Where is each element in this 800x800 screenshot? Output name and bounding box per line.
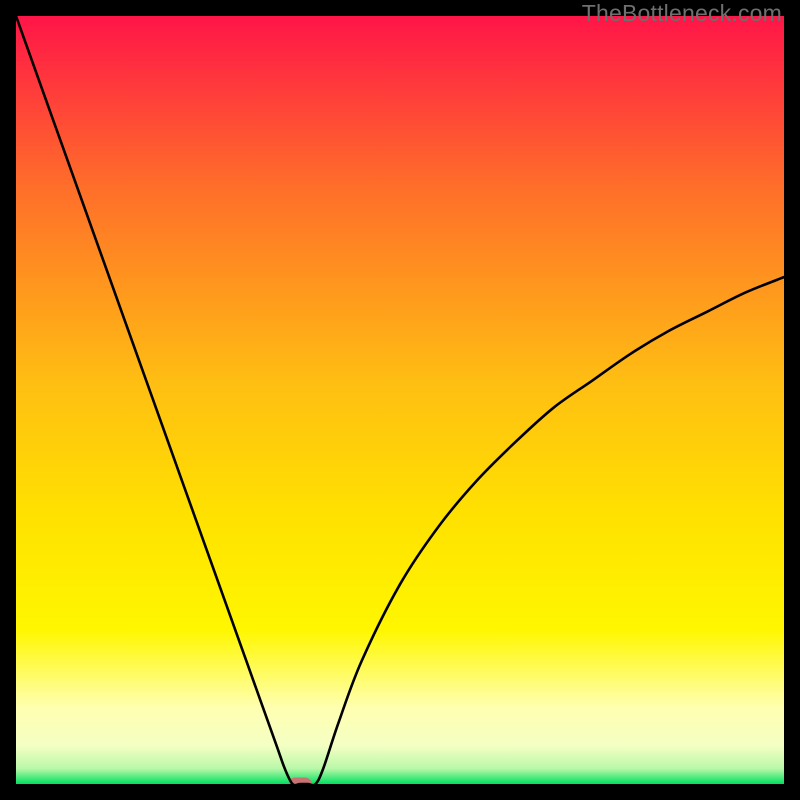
bottleneck-chart (16, 16, 784, 784)
chart-frame (16, 16, 784, 784)
gradient-background (16, 16, 784, 784)
watermark-text: TheBottleneck.com (582, 0, 782, 27)
